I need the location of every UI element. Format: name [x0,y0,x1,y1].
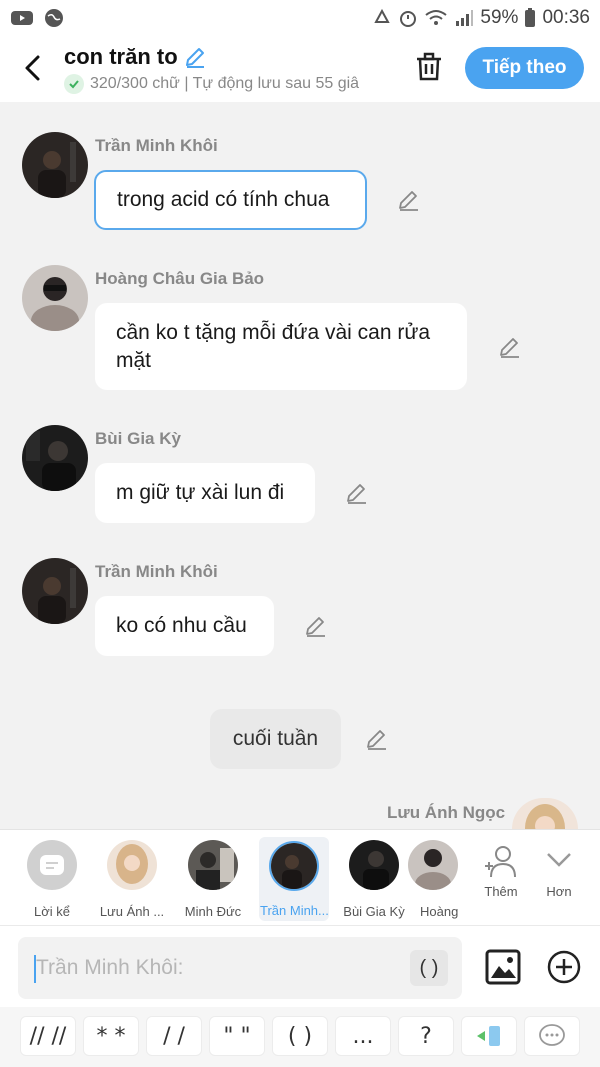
autosave-status: 320/300 chữ | Tự động lưu sau 55 giâ [64,74,392,94]
clock: 00:36 [542,7,590,28]
chat-bubble-icon [539,1024,565,1046]
character-selector: Lời kể Lưu Ánh ... Minh Đức Trần Minh...… [0,829,600,925]
character-luu-anh-ngoc[interactable]: Lưu Ánh ... [92,830,172,922]
message-bubble[interactable]: cần ko t tặng mỗi đứa vài can rửa mặt [95,303,467,390]
chevron-down-icon [547,853,571,867]
text-caret [34,955,36,983]
add-person-icon [485,846,516,878]
more-label: Hơn [546,884,572,899]
edit-message-icon[interactable] [304,614,328,638]
wifi-icon [425,10,448,25]
avatar [107,840,157,890]
trash-icon[interactable] [413,51,445,83]
avatar [269,841,319,891]
avatar [188,840,238,890]
globe-icon [45,9,63,27]
edit-message-icon[interactable] [498,335,522,359]
next-button[interactable]: Tiếp theo [465,47,584,89]
add-circle-icon[interactable] [546,949,582,985]
transfer-phone-icon [477,1026,500,1046]
recycle-icon [374,8,391,23]
avatar-bui-gia-ky[interactable] [22,425,88,491]
character-name: Hoàng [420,904,458,919]
format-key[interactable]: ... [335,1016,391,1056]
alarm-icon [400,11,417,27]
character-name: Lưu Ánh ... [99,904,165,919]
avatar-hoang-chau-gia-bao[interactable] [22,265,88,331]
message-bubble[interactable]: m giữ tự xài lun đi [95,463,315,523]
format-key[interactable]: // // [20,1016,76,1056]
message-bubble[interactable]: trong acid có tính chua [94,170,367,230]
edit-message-icon[interactable] [345,481,369,505]
avatar-luu-anh-ngoc[interactable] [512,798,578,829]
sender-name: Hoàng Châu Gia Bảo [95,269,265,288]
image-icon[interactable] [485,949,521,985]
avatar [408,840,458,890]
edit-message-icon[interactable] [397,188,421,212]
signal-icon [456,10,474,26]
edit-message-icon[interactable] [365,727,389,751]
character-bui-gia-ky[interactable]: Bùi Gia Kỳ [334,830,414,922]
message-input[interactable] [18,937,462,999]
character-name: Lời kể [34,904,70,919]
narrator-icon [27,840,77,890]
narration-bubble[interactable]: cuối tuần [210,709,341,769]
format-toolbar: // // * * / / " " ( ) ... ? [0,1007,600,1067]
character-tran-minh-khoi[interactable]: Trần Minh... [259,837,329,921]
header: con trăn to 320/300 chữ | Tự động lưu sa… [0,36,600,102]
sender-name: Trần Minh Khôi [95,562,218,581]
battery-icon [525,8,536,27]
check-icon [64,74,84,94]
story-title[interactable]: con trăn to [64,44,206,70]
composer: ( ) [0,925,600,1007]
avatar [349,840,399,890]
sender-name: Bùi Gia Kỳ [95,429,181,448]
parenthesis-button[interactable]: ( ) [410,950,448,986]
character-hoang[interactable]: Hoàng [408,830,458,922]
character-minh-duc[interactable]: Minh Đức [173,830,253,922]
back-arrow-icon[interactable] [20,51,46,85]
format-key[interactable]: ( ) [272,1016,328,1056]
autosave-text: 320/300 chữ | Tự động lưu sau 55 giâ [90,75,360,92]
avatar-tran-minh-khoi[interactable] [22,558,88,624]
sender-name: Trần Minh Khôi [95,136,218,155]
character-name: Trần Minh... [260,903,328,918]
character-name: Bùi Gia Kỳ [343,904,405,919]
character-narrator[interactable]: Lời kể [12,830,92,922]
message-bubble[interactable]: ko có nhu cầu [95,596,274,656]
more-options-key[interactable] [524,1016,580,1056]
sender-name: Lưu Ánh Ngọc [387,803,506,822]
format-key[interactable]: * * [83,1016,139,1056]
switch-phone-key[interactable] [461,1016,517,1056]
format-key[interactable]: / / [146,1016,202,1056]
status-bar: 59% 00:36 [0,0,600,36]
more-characters-button[interactable]: Hơn [520,830,598,922]
youtube-icon [11,11,33,25]
title-text: con trăn to [64,44,178,69]
format-key[interactable]: " " [209,1016,265,1056]
edit-title-icon[interactable] [184,46,206,68]
battery-percent: 59% [480,7,519,28]
avatar-tran-minh-khoi[interactable] [22,132,88,198]
character-name: Minh Đức [184,904,242,919]
format-key[interactable]: ? [398,1016,454,1056]
